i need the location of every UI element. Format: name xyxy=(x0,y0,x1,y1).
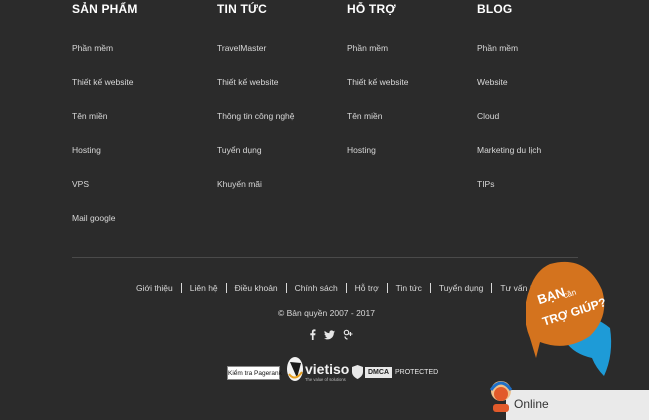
footer-link[interactable]: Tuyển dụng xyxy=(217,145,262,155)
footer-link[interactable]: Cloud xyxy=(477,111,499,121)
footer-link[interactable]: Phần mềm xyxy=(477,43,518,53)
google-plus-icon[interactable] xyxy=(343,327,353,345)
footer-link[interactable]: Thiết kế website xyxy=(347,77,408,87)
bottom-nav-link[interactable]: Giới thiệu xyxy=(128,283,181,293)
footer-link[interactable]: Tên miền xyxy=(72,111,107,121)
column-title: TIN TỨC xyxy=(217,2,268,16)
pagerank-badge[interactable]: Kiểm tra Pagerank xyxy=(227,366,282,380)
help-widget[interactable]: BẠN cần TRỢ GIÚP? xyxy=(525,258,618,385)
bottom-nav-link[interactable]: Tuyển dụng xyxy=(431,283,492,293)
footer-link[interactable]: Mail google xyxy=(72,213,115,223)
footer-link[interactable]: Khuyến mãi xyxy=(217,179,262,189)
online-chat-widget[interactable]: Online xyxy=(488,378,649,420)
bottom-nav-link[interactable]: Liên hệ xyxy=(182,283,226,293)
vietiso-tagline: The value of solutions xyxy=(305,377,346,382)
dmca-badge[interactable]: DMCA PROTECTED xyxy=(352,365,438,379)
twitter-icon[interactable] xyxy=(324,327,335,345)
bottom-nav-link[interactable]: Hỗ trợ xyxy=(347,283,387,293)
footer-link[interactable]: Thông tin công nghệ xyxy=(217,111,295,121)
footer-link[interactable]: Hosting xyxy=(347,145,376,155)
bottom-nav-link[interactable]: Chính sách xyxy=(287,283,346,293)
footer-link[interactable]: Thiết kế website xyxy=(217,77,278,87)
social-links xyxy=(309,327,353,345)
footer-link[interactable]: Website xyxy=(477,77,508,87)
dmca-protected-label: PROTECTED xyxy=(395,368,439,376)
dmca-shield-icon xyxy=(352,365,363,379)
column-title: SẢN PHẨM xyxy=(72,2,138,16)
dmca-label: DMCA xyxy=(365,366,392,378)
bottom-nav: Giới thiệu Liên hệ Điều khoản Chính sách… xyxy=(128,283,556,293)
footer-link[interactable]: VPS xyxy=(72,179,89,189)
footer-link[interactable]: Thiết kế website xyxy=(72,77,133,87)
footer-link[interactable]: TravelMaster xyxy=(217,43,266,53)
vietiso-logo[interactable]: vietiso The value of solutions xyxy=(286,354,352,389)
facebook-icon[interactable] xyxy=(309,327,316,345)
vietiso-wordmark: vietiso xyxy=(305,361,349,377)
column-title: BLOG xyxy=(477,2,513,16)
footer-link[interactable]: Hosting xyxy=(72,145,101,155)
footer-link[interactable]: Phần mềm xyxy=(347,43,388,53)
footer-link[interactable]: Tên miền xyxy=(347,111,382,121)
column-title: HỖ TRỢ xyxy=(347,2,396,16)
footer-divider xyxy=(72,257,578,258)
footer-link[interactable]: Marketing du lịch xyxy=(477,145,541,155)
bottom-nav-link[interactable]: Tin tức xyxy=(388,283,430,293)
footer-link[interactable]: Phần mềm xyxy=(72,43,113,53)
footer-link[interactable]: TIPs xyxy=(477,179,494,189)
bottom-nav-link[interactable]: Điều khoản xyxy=(227,283,286,293)
support-agent-icon xyxy=(489,381,513,412)
